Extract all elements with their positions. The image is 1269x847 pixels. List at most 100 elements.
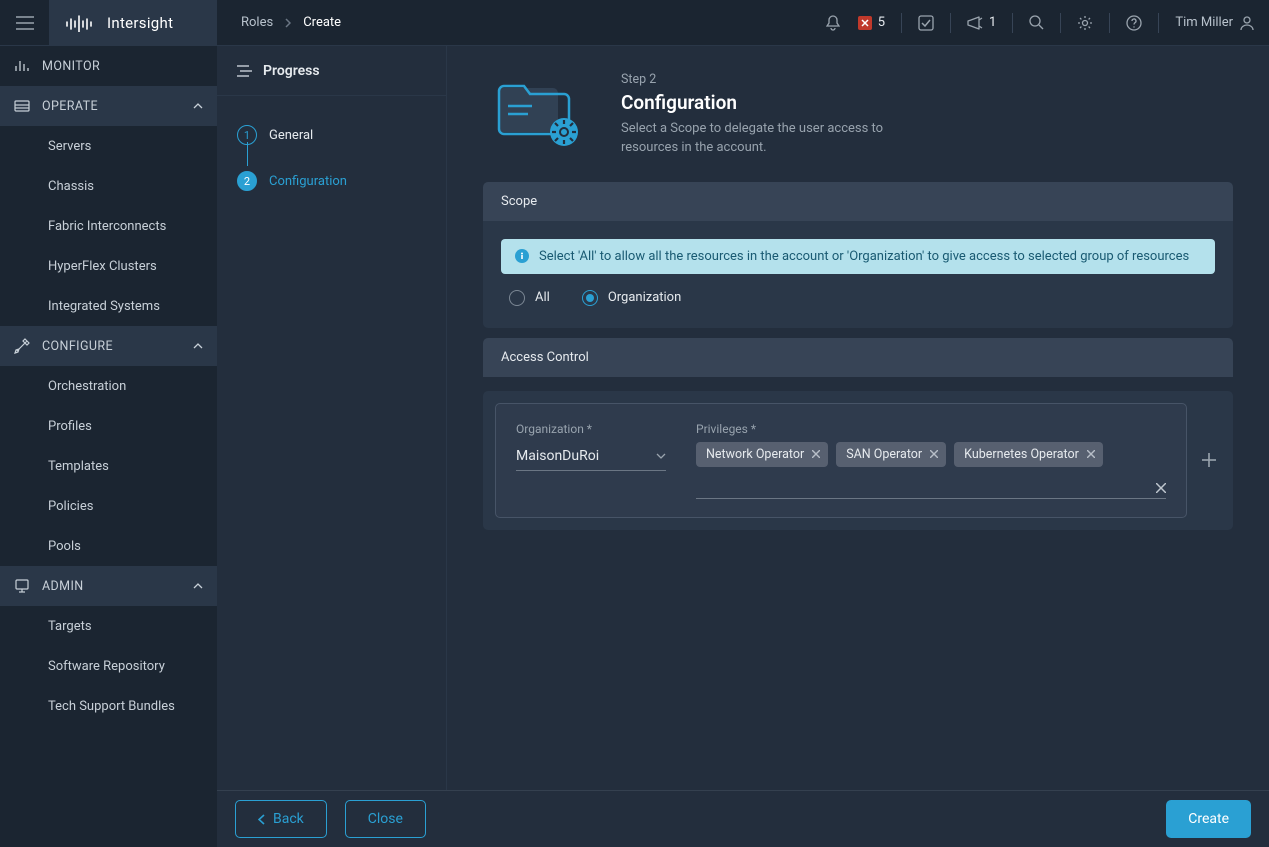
radio-icon	[509, 290, 525, 306]
hamburger-menu[interactable]	[0, 0, 49, 46]
nav-operate[interactable]: OPERATE	[0, 86, 217, 126]
close-icon	[1087, 450, 1095, 458]
chip-label: Kubernetes Operator	[964, 447, 1079, 462]
step-number-2: 2	[237, 171, 257, 191]
nav-monitor-label: MONITOR	[42, 59, 100, 74]
plus-icon	[1201, 452, 1217, 468]
nav-admin-label: ADMIN	[42, 579, 84, 594]
announcements-button[interactable]: 1	[953, 0, 1010, 46]
info-icon	[515, 249, 529, 263]
brand[interactable]: Intersight	[49, 0, 217, 46]
chip-network-operator: Network Operator	[696, 442, 828, 467]
nav-servers[interactable]: Servers	[0, 126, 217, 166]
user-name: Tim Miller	[1175, 15, 1233, 30]
nav-targets-label: Targets	[48, 619, 92, 634]
brand-name: Intersight	[107, 14, 173, 32]
operate-icon	[14, 98, 30, 114]
organization-field: Organization * MaisonDuRoi	[516, 422, 666, 471]
nav-fabric-label: Fabric Interconnects	[48, 219, 166, 234]
chip-remove[interactable]	[1087, 450, 1095, 458]
main-content: Step 2 Configuration Select a Scope to d…	[447, 46, 1269, 790]
close-button[interactable]: Close	[345, 800, 426, 838]
nav-configure-label: CONFIGURE	[42, 339, 113, 354]
access-control-row-wrap: Organization * MaisonDuRoi Privileges * …	[483, 391, 1233, 530]
nav-admin[interactable]: ADMIN	[0, 566, 217, 606]
nav-profiles[interactable]: Profiles	[0, 406, 217, 446]
nav-configure[interactable]: CONFIGURE	[0, 326, 217, 366]
scope-card: Scope Select 'All' to allow all the reso…	[483, 182, 1233, 328]
step-configuration[interactable]: 2 Configuration	[237, 158, 426, 204]
nav-hyperflex-label: HyperFlex Clusters	[48, 259, 157, 274]
chip-kubernetes-operator: Kubernetes Operator	[954, 442, 1103, 467]
user-menu[interactable]: Tim Miller	[1161, 0, 1269, 46]
nav-chassis[interactable]: Chassis	[0, 166, 217, 206]
settings-button[interactable]	[1063, 0, 1107, 46]
nav-policies[interactable]: Policies	[0, 486, 217, 526]
nav-pools-label: Pools	[48, 539, 81, 554]
chevron-up-icon	[193, 583, 203, 589]
bell-icon	[826, 15, 840, 31]
back-button[interactable]: Back	[235, 800, 327, 838]
nav-fabric-interconnects[interactable]: Fabric Interconnects	[0, 206, 217, 246]
chip-remove[interactable]	[812, 450, 820, 458]
nav-targets[interactable]: Targets	[0, 606, 217, 646]
nav-integrated-systems[interactable]: Integrated Systems	[0, 286, 217, 326]
admin-icon	[14, 578, 30, 594]
chip-label: SAN Operator	[846, 447, 922, 462]
privileges-field: Privileges * Network Operator SAN Operat…	[696, 422, 1166, 499]
separator	[901, 13, 902, 33]
radio-all[interactable]: All	[509, 290, 550, 306]
nav-templates-label: Templates	[48, 459, 109, 474]
page-header-text: Step 2 Configuration Select a Scope to d…	[621, 72, 901, 158]
nav-chassis-label: Chassis	[48, 179, 94, 194]
alerts-button[interactable]: 5	[854, 0, 899, 46]
scope-info-strip: Select 'All' to allow all the resources …	[501, 239, 1215, 274]
nav-templates[interactable]: Templates	[0, 446, 217, 486]
nav-orchestration[interactable]: Orchestration	[0, 366, 217, 406]
scope-radio-group: All Organization	[501, 274, 1215, 310]
progress-panel: Progress 1 General 2 Configuration	[217, 46, 447, 790]
chevron-right-icon	[285, 18, 291, 28]
nav-integrated-label: Integrated Systems	[48, 299, 160, 314]
page-title: Configuration	[621, 91, 901, 114]
nav-software-repo-label: Software Repository	[48, 659, 165, 674]
access-control-card: Access Control Organization * MaisonDuRo…	[483, 338, 1233, 530]
left-nav: MONITOR OPERATE Servers Chassis Fabric I…	[0, 46, 217, 847]
add-row-button[interactable]	[1197, 448, 1221, 472]
separator	[1158, 13, 1159, 33]
menu-icon	[16, 16, 34, 30]
radio-organization[interactable]: Organization	[582, 290, 681, 306]
progress-icon	[237, 65, 253, 77]
page-description: Select a Scope to delegate the user acce…	[621, 120, 901, 158]
nav-pools[interactable]: Pools	[0, 526, 217, 566]
breadcrumb-root[interactable]: Roles	[241, 15, 273, 30]
topbar: Intersight Roles Create 5 1	[0, 0, 1269, 46]
organization-select[interactable]: MaisonDuRoi	[516, 442, 666, 471]
step-configuration-label: Configuration	[269, 174, 347, 189]
step-tag: Step 2	[621, 72, 901, 87]
nav-profiles-label: Profiles	[48, 419, 92, 434]
create-button[interactable]: Create	[1166, 800, 1251, 838]
step-general-label: General	[269, 128, 313, 143]
wizard-footer: Back Close Create	[217, 790, 1269, 847]
access-control-body: Organization * MaisonDuRoi Privileges * …	[483, 377, 1233, 530]
separator	[1012, 13, 1013, 33]
privileges-clear[interactable]	[1156, 483, 1166, 493]
step-general[interactable]: 1 General	[237, 112, 426, 158]
chip-remove[interactable]	[930, 450, 938, 458]
privileges-chips: Network Operator SAN Operator Kubernetes…	[696, 442, 1166, 467]
search-button[interactable]	[1015, 0, 1058, 46]
nav-monitor[interactable]: MONITOR	[0, 46, 217, 86]
help-button[interactable]	[1112, 0, 1156, 46]
nav-tech-support[interactable]: Tech Support Bundles	[0, 686, 217, 726]
nav-software-repo[interactable]: Software Repository	[0, 646, 217, 686]
privileges-input[interactable]	[696, 479, 1166, 499]
check-square-icon	[918, 15, 934, 31]
access-control-heading: Access Control	[483, 338, 1233, 377]
nav-hyperflex[interactable]: HyperFlex Clusters	[0, 246, 217, 286]
announce-count: 1	[989, 15, 996, 30]
alert-badge-icon	[858, 16, 872, 30]
tasks-button[interactable]	[904, 0, 948, 46]
notifications-button[interactable]	[812, 0, 854, 46]
close-icon	[930, 450, 938, 458]
